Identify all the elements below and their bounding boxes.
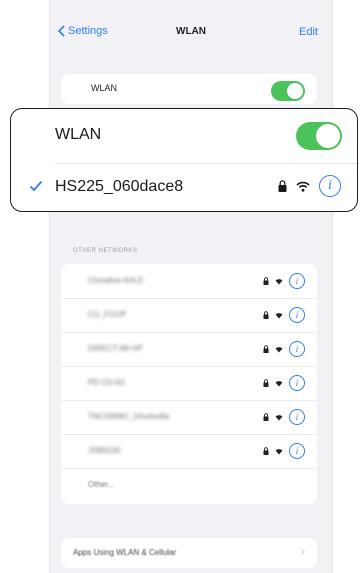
phone-screen: Settings WLAN Edit WLAN OTHER NETWORKS C…: [49, 0, 333, 573]
network-name: PD-C0-0G: [88, 378, 126, 387]
info-icon[interactable]: i: [289, 273, 305, 289]
info-icon[interactable]: i: [289, 307, 305, 323]
wlan-switch[interactable]: [271, 81, 305, 101]
network-name: DIRECT-88-HP: [88, 344, 143, 353]
other-label: Other...: [88, 480, 115, 489]
connected-ssid: HS225_060dace8: [55, 178, 184, 195]
info-icon[interactable]: i: [289, 443, 305, 459]
edit-button[interactable]: Edit: [299, 26, 318, 38]
lock-icon: [263, 345, 269, 353]
network-name: Chinaline-6XLE: [88, 276, 144, 285]
network-name: JSB9100: [88, 446, 121, 455]
lock-icon: [263, 447, 269, 455]
network-row[interactable]: DIRECT-88-HP i: [61, 332, 317, 367]
wifi-icon: [275, 380, 283, 386]
wlan-label: WLAN: [91, 83, 118, 93]
connected-network-row[interactable]: HS225_060dace8 i: [11, 164, 357, 210]
apps-using-wlan-row[interactable]: Apps Using WLAN & Cellular ›: [61, 538, 317, 568]
chevron-right-icon: ›: [301, 546, 305, 558]
zoom-callout: WLAN HS225_060dace8 i: [10, 108, 358, 212]
network-row[interactable]: JSB9100 i: [61, 434, 317, 469]
wifi-icon: [275, 414, 283, 420]
other-networks-list: Chinaline-6XLE i CU_FOUP i DIRECT-88-HP …: [61, 264, 317, 504]
network-name: TNCD099C_0Axdxe8a: [88, 412, 170, 421]
wifi-icon: [296, 181, 310, 192]
callout-wlan-switch[interactable]: [296, 122, 342, 150]
info-icon[interactable]: i: [289, 375, 305, 391]
lock-icon: [263, 379, 269, 387]
info-icon[interactable]: i: [289, 409, 305, 425]
other-networks-header: OTHER NETWORKS: [73, 248, 138, 254]
navigation-bar: Settings WLAN Edit: [50, 18, 332, 48]
wlan-toggle-card: WLAN: [61, 74, 317, 104]
network-name: CU_FOUP: [88, 310, 127, 319]
lock-icon: [278, 180, 287, 192]
lock-icon: [263, 311, 269, 319]
network-row[interactable]: Chinaline-6XLE i: [61, 264, 317, 299]
wifi-icon: [275, 346, 283, 352]
wifi-icon: [275, 448, 283, 454]
info-icon[interactable]: i: [289, 341, 305, 357]
network-row[interactable]: PD-C0-0G i: [61, 366, 317, 401]
lock-icon: [263, 277, 269, 285]
apps-using-wlan-label: Apps Using WLAN & Cellular: [73, 548, 177, 557]
page-title: WLAN: [176, 26, 206, 37]
wifi-icon: [275, 278, 283, 284]
checkmark-icon: [29, 180, 43, 192]
callout-wlan-row: WLAN: [11, 109, 357, 163]
callout-wlan-label: WLAN: [55, 126, 102, 143]
network-row[interactable]: TNCD099C_0Axdxe8a i: [61, 400, 317, 435]
lock-icon: [263, 413, 269, 421]
network-row[interactable]: CU_FOUP i: [61, 298, 317, 333]
wlan-toggle-row: WLAN: [61, 74, 317, 104]
wifi-icon: [275, 312, 283, 318]
info-icon[interactable]: i: [319, 175, 341, 197]
other-network-row[interactable]: Other...: [61, 468, 317, 502]
